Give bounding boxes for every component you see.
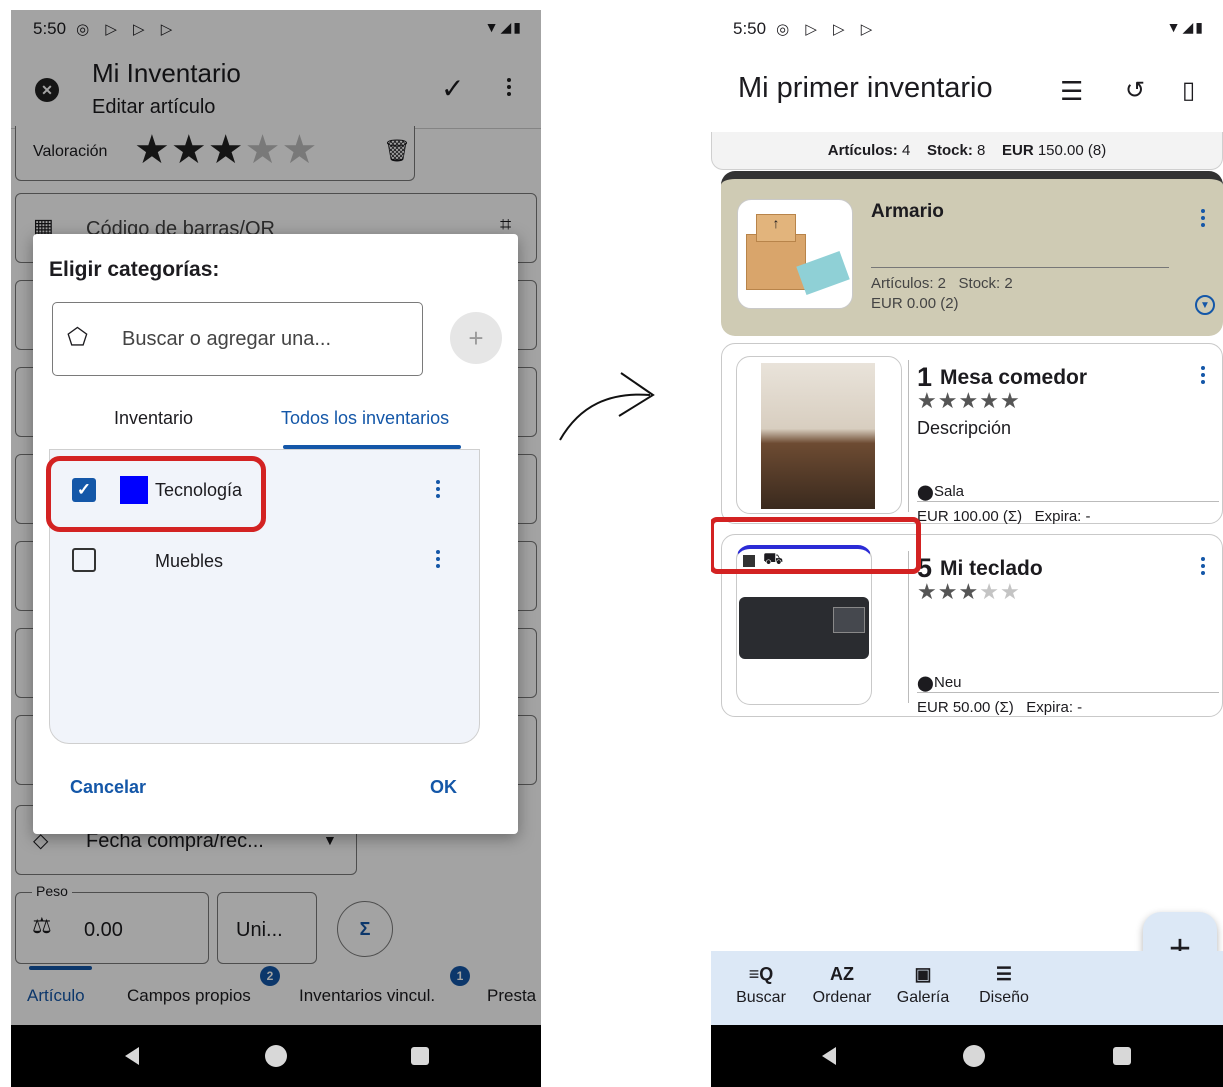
search-placeholder: Buscar o agregar una... [122,328,332,350]
item-location: Sala [934,483,965,500]
history-settings-icon[interactable]: ↺ [1125,76,1145,105]
item-card[interactable]: 1 Mesa comedor ★★★★★ Descripción ⬤ Sala … [721,343,1223,525]
gallery-icon: ▣ [914,964,932,984]
left-phone-screen: 5:50 ◎ ▷ ▷ ▷ ▼◢▮ ✕ Mi Inventario Editar … [11,10,541,1087]
nav-back-icon[interactable] [125,1047,139,1065]
signal-battery-icon: ▼◢▮ [1166,19,1205,35]
nav-back-icon[interactable] [822,1047,836,1065]
curved-arrow-icon [559,372,655,441]
nav-buscar[interactable]: ≡Q Buscar [731,959,791,1007]
system-nav-bar [711,1025,1223,1087]
tab-todos-los-inventarios[interactable]: Todos los inventarios [281,408,449,429]
boxes-image [746,234,806,290]
category-search-input[interactable]: ⬠ Buscar o agregar una... [52,302,423,376]
category-options-icon[interactable] [436,550,440,571]
item-options-icon[interactable] [1201,366,1205,387]
item-location: Neu [934,674,962,691]
summary-stock-value: 8 [976,142,986,159]
folder-options-icon[interactable] [1201,209,1205,230]
nav-label: Ordenar [812,989,872,1006]
nav-home-icon[interactable] [265,1045,287,1067]
bottom-navigation: ≡Q Buscar AZ Ordenar ▣ Galería ☰ Diseño [711,951,1223,1025]
summary-articles-label: Artículos: [827,142,898,159]
folder-articles-line: Artículos: 2 Stock: 2 [871,275,1013,292]
choose-categories-dialog: Eligir categorías: ⬠ Buscar o agregar un… [33,234,518,834]
summary-currency: EUR [1002,142,1034,159]
search-list-icon: ≡Q [748,964,774,984]
nav-home-icon[interactable] [963,1045,985,1067]
location-pin-icon: ⬤ [917,484,934,501]
item-options-icon[interactable] [1201,557,1205,578]
layout-list-icon: ☰ [995,964,1013,984]
location-pin-icon: ⬤ [917,675,934,692]
keyboard-touchpad [833,607,865,633]
export-file-icon[interactable]: ▯ [1182,76,1195,105]
inventory-summary: Artículos: 4 Stock: 8 EUR 150.00 (8) [711,132,1223,170]
tab-inventario[interactable]: Inventario [114,408,193,429]
cancel-button[interactable]: Cancelar [70,777,146,798]
status-bar: 5:50 ◎ ▷ ▷ ▷ ▼◢▮ [711,10,1223,48]
sort-az-icon: AZ [830,964,854,984]
vertical-divider [908,360,909,512]
status-icons: ◎ ▷ ▷ ▷ [776,21,879,38]
dialog-title: Eligir categorías: [49,258,220,281]
item-name: Mesa comedor [940,366,1088,389]
item-price-line: EUR 50.00 (Σ) Expira: - [917,699,1083,716]
right-phone-screen: 5:50 ◎ ▷ ▷ ▷ ▼◢▮ Mi primer inventario ☰ … [711,10,1223,1087]
nav-galeria[interactable]: ▣ Galería [892,959,954,1007]
item-rating-stars: ★★★★★ [917,388,1021,413]
category-options-icon[interactable] [436,480,440,501]
system-nav-bar [11,1025,541,1087]
nav-label: Diseño [979,989,1029,1006]
add-category-label: + [468,322,484,353]
filter-icon[interactable]: ☰ [1060,76,1083,107]
folder-thumbnail: ↑ [737,199,853,309]
dining-room-photo [761,363,875,509]
category-row[interactable]: Muebles [50,530,481,590]
nav-label: Buscar [736,989,786,1006]
divider [917,692,1219,693]
nav-diseno[interactable]: ☰ Diseño [968,959,1040,1007]
folder-card[interactable]: ↑ Armario Artículos: 2 Stock: 2 EUR 0.00… [721,171,1223,336]
summary-articles-value: 4 [901,142,911,159]
nav-label: Galería [896,989,950,1006]
category-name: Muebles [155,551,224,571]
checkbox-unchecked-icon[interactable] [72,548,96,572]
item-thumbnail [736,356,902,514]
keyboard-photo [739,597,869,659]
tag-icon: ⬠ [67,324,88,351]
summary-amount: 150.00 (8) [1037,142,1107,159]
item-price-line: EUR 100.00 (Σ) Expira: - [917,508,1091,525]
nav-recents-icon[interactable] [1113,1047,1131,1065]
divider [917,501,1219,502]
add-category-button[interactable]: + [450,312,502,364]
folder-value-line: EUR 0.00 (2) [871,295,959,312]
item-name: Mi teclado [940,557,1043,580]
item-description: Descripción [917,418,1012,438]
status-time: 5:50 [733,19,767,38]
expand-chevron-icon[interactable]: ▼ [1195,295,1215,315]
highlight-box [46,456,266,532]
app-title: Mi primer inventario [738,72,993,104]
box-top: ↑ [756,214,796,242]
nav-recents-icon[interactable] [411,1047,429,1065]
summary-stock-label: Stock: [926,142,973,159]
folder-name: Armario [871,201,944,222]
nav-ordenar[interactable]: AZ Ordenar [807,959,877,1007]
divider [871,267,1169,268]
highlight-box [711,517,921,574]
item-rating-stars: ★★★★★ [917,579,1021,604]
ok-button[interactable]: OK [430,777,457,798]
